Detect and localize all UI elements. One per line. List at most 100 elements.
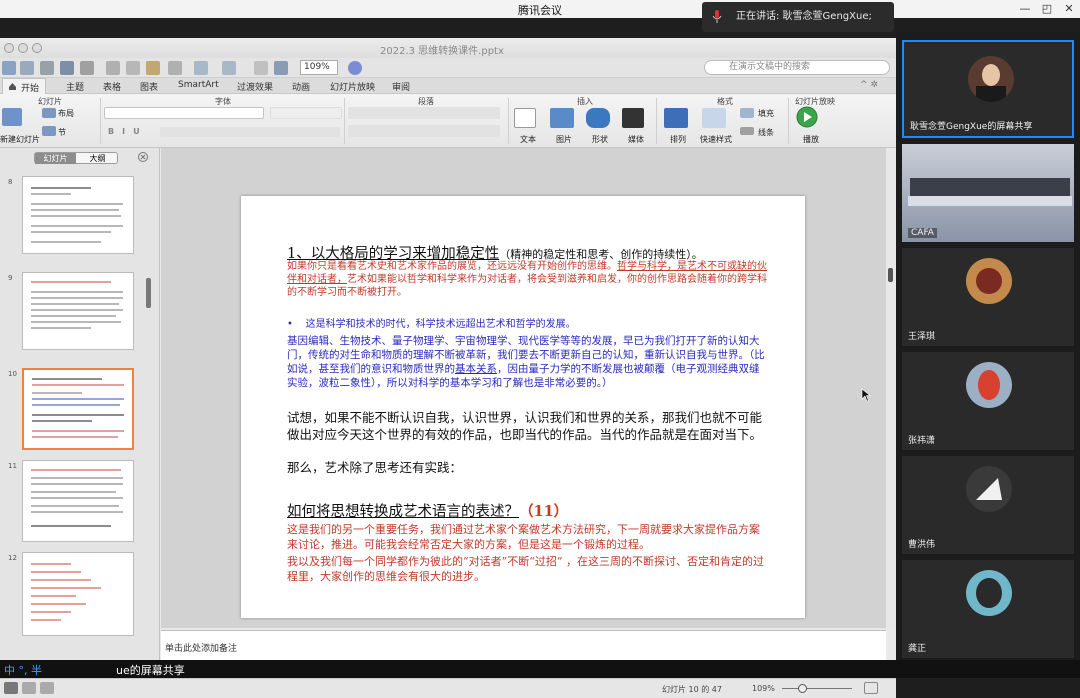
view-switch[interactable]: 幻灯片 大纲	[34, 152, 118, 164]
picture-icon[interactable]	[550, 108, 574, 128]
ime-indicator[interactable]: 中 °, 半	[4, 662, 42, 678]
paragraph-self-knowledge[interactable]: 试想，如果不能不断认识自我，认识世界，认识我们和世界的关系，那我们也就不可能做出…	[287, 410, 769, 443]
tab-theme[interactable]: 主题	[66, 80, 84, 93]
minimize-dot-icon[interactable]	[18, 43, 28, 53]
close-dot-icon[interactable]	[4, 43, 14, 53]
play-label[interactable]: 播放	[803, 134, 819, 145]
scrollbar-thumb[interactable]	[888, 268, 893, 282]
new-slide-icon[interactable]	[2, 108, 22, 126]
slide-thumbnail[interactable]	[22, 272, 134, 350]
zoom-slider[interactable]	[782, 688, 852, 689]
textbox-icon[interactable]	[514, 108, 536, 128]
zoom-level: 109%	[752, 684, 775, 693]
undo-icon[interactable]	[194, 61, 208, 75]
layout-icon[interactable]	[42, 108, 56, 118]
media-icon[interactable]	[622, 108, 644, 128]
participant-tile[interactable]: 曹洪伟	[902, 456, 1074, 554]
bullet-science-era[interactable]: • 这是科学和技术的时代，科学技术远超出艺术和哲学的发展。	[287, 318, 769, 331]
slide-show-icon[interactable]	[254, 61, 268, 75]
slide-thumbnail[interactable]	[22, 552, 134, 636]
zoom-select[interactable]: 109%	[300, 60, 338, 75]
paragraph-art-philosophy[interactable]: 如果你只是看看艺术史和艺术家作品的展览，还远远没有开始创作的思维。哲学与科学，是…	[287, 260, 769, 299]
line-label[interactable]: 线条	[758, 127, 774, 138]
tab-table[interactable]: 表格	[103, 80, 121, 93]
participant-tile[interactable]: 张祎潇	[902, 352, 1074, 450]
slide-sorter-icon[interactable]	[22, 682, 36, 694]
gallery-icon[interactable]	[274, 61, 288, 75]
slide[interactable]: 1、以大格局的学习来增加稳定性（精神的稳定性和思考、创作的持续性）。 如果你只是…	[241, 196, 805, 618]
slide-heading-2[interactable]: 如何将思想转换成艺术语言的表述？（11）	[287, 500, 568, 521]
close-button[interactable]: ✕	[1058, 0, 1080, 18]
slide-thumbnail-selected[interactable]	[22, 368, 134, 450]
text-label[interactable]: 文本	[520, 134, 536, 145]
tab-smartart[interactable]: SmartArt	[178, 80, 219, 90]
play-icon[interactable]	[796, 106, 818, 128]
picture-label[interactable]: 图片	[556, 134, 572, 145]
shape-icon[interactable]	[586, 108, 610, 128]
redo-icon[interactable]	[222, 61, 236, 75]
paste-icon[interactable]	[146, 61, 160, 75]
shape-label[interactable]: 形状	[592, 134, 608, 145]
slideshow-view-icon[interactable]	[40, 682, 54, 694]
copy-icon[interactable]	[126, 61, 140, 75]
participant-tile[interactable]: CAFA	[902, 144, 1074, 242]
font-style-buttons[interactable]: BIU	[108, 127, 148, 136]
alignment-controls[interactable]	[348, 125, 500, 137]
format-painter-icon[interactable]	[168, 61, 182, 75]
restore-button[interactable]: ◰	[1036, 0, 1058, 18]
thumbnail-scrollbar[interactable]	[146, 278, 151, 308]
fill-icon[interactable]	[740, 108, 754, 118]
paragraph-dialogue[interactable]: 我以及我们每一个同学都作为彼此的“对话者”不断“过招” ，在这三周的不断探讨、否…	[287, 554, 769, 584]
zoom-dot-icon[interactable]	[32, 43, 42, 53]
paragraph-practice[interactable]: 那么，艺术除了思考还有实践：	[287, 460, 769, 477]
arrange-icon[interactable]	[664, 108, 688, 128]
normal-view-icon[interactable]	[4, 682, 18, 694]
template-icon[interactable]	[20, 61, 34, 75]
list-controls[interactable]	[348, 107, 500, 119]
tab-slides-view[interactable]: 幻灯片	[35, 153, 76, 164]
participant-tile[interactable]: 王泽琪	[902, 248, 1074, 346]
save-icon[interactable]	[60, 61, 74, 75]
layout-label[interactable]: 布局	[58, 108, 74, 119]
group-slides-label: 幻灯片	[38, 97, 62, 106]
quick-styles-icon[interactable]	[702, 108, 726, 128]
font-effects-row[interactable]	[160, 127, 340, 137]
new-slide-label[interactable]: 新建幻灯片	[0, 134, 40, 145]
media-label[interactable]: 媒体	[628, 134, 644, 145]
tab-review[interactable]: 审阅	[392, 80, 410, 93]
canvas-scrollbar[interactable]	[886, 148, 896, 628]
arrange-label[interactable]: 排列	[670, 134, 686, 145]
tab-home[interactable]: 开始	[2, 78, 47, 94]
zoom-slider-knob[interactable]	[798, 684, 807, 693]
participant-tile[interactable]: 耿雪念萱GengXue的屏幕共享	[902, 40, 1074, 138]
font-size-controls[interactable]	[270, 107, 342, 119]
notes-placeholder[interactable]: 单击此处添加备注	[165, 641, 237, 654]
search-input[interactable]: 在演示文稿中的搜索	[704, 60, 890, 75]
open-icon[interactable]	[40, 61, 54, 75]
new-icon[interactable]	[2, 61, 16, 75]
fit-window-icon[interactable]	[864, 682, 878, 694]
ribbon-collapse-icon[interactable]: ^ ✲	[860, 80, 878, 90]
slide-thumbnail[interactable]	[22, 460, 134, 542]
paragraph-task[interactable]: 这是我们的另一个重要任务，我们通过艺术家个案做艺术方法研究，下一周就要求大家提作…	[287, 522, 769, 552]
tab-label: 开始	[21, 84, 40, 94]
tab-transitions[interactable]: 过渡效果	[237, 80, 273, 93]
tab-slideshow[interactable]: 幻灯片放映	[330, 80, 375, 93]
tab-outline-view[interactable]: 大纲	[77, 153, 118, 164]
font-name-field[interactable]	[104, 107, 264, 119]
tab-chart[interactable]: 图表	[140, 80, 158, 93]
section-icon[interactable]	[42, 126, 56, 136]
minimize-button[interactable]: —	[1014, 0, 1036, 18]
section-label[interactable]: 节	[58, 127, 66, 138]
cut-icon[interactable]	[106, 61, 120, 75]
quick-styles-label[interactable]: 快速样式	[700, 134, 732, 145]
line-icon[interactable]	[740, 127, 754, 135]
participant-tile[interactable]: 龚正	[902, 560, 1074, 658]
print-icon[interactable]	[80, 61, 94, 75]
slide-thumbnail[interactable]	[22, 176, 134, 254]
tab-animations[interactable]: 动画	[292, 80, 310, 93]
close-panel-icon[interactable]	[138, 152, 148, 162]
paragraph-science[interactable]: 基因编辑、生物技术、量子物理学、宇宙物理学、现代医学等等的发展，早已为我们打开了…	[287, 334, 769, 390]
help-icon[interactable]	[348, 61, 362, 75]
fill-label[interactable]: 填充	[758, 108, 774, 119]
